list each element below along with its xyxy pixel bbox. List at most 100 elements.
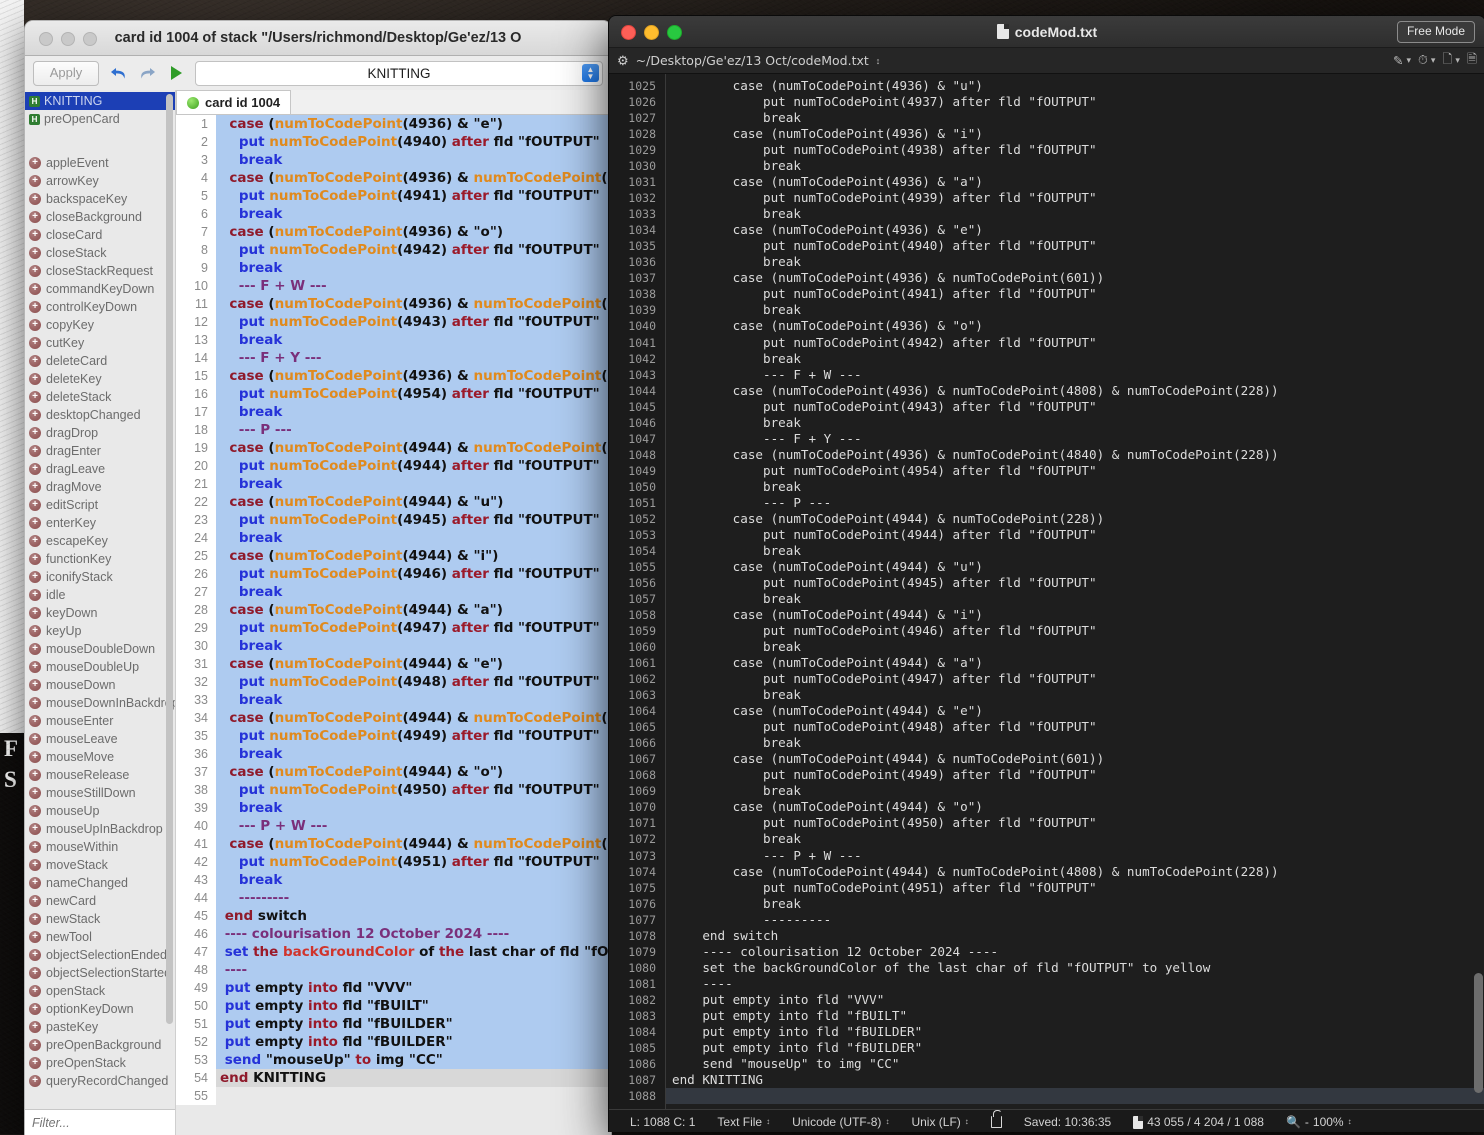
message-item-enterkey[interactable]: + enterKey xyxy=(25,514,175,532)
code-line[interactable]: put numToCodePoint(4948) after fld "fOUT… xyxy=(666,719,1484,735)
message-item-closestack[interactable]: + closeStack xyxy=(25,244,175,262)
code-line[interactable]: 30 break xyxy=(176,637,611,655)
apply-button[interactable]: Apply xyxy=(33,60,99,86)
message-item-mouseup[interactable]: + mouseUp xyxy=(25,802,175,820)
message-item-copykey[interactable]: + copyKey xyxy=(25,316,175,334)
line-text[interactable]: set the backGroundColor of the last char… xyxy=(216,943,611,961)
code-line[interactable]: break xyxy=(666,254,1484,270)
code-line[interactable]: case (numToCodePoint(4936) & numToCodePo… xyxy=(666,270,1484,286)
message-item-newstack[interactable]: + newStack xyxy=(25,910,175,928)
code-line[interactable]: break xyxy=(666,831,1484,847)
code-line[interactable]: ---- colourisation 12 October 2024 ---- xyxy=(666,944,1484,960)
scrollbar-thumb[interactable] xyxy=(166,94,173,1024)
code-line[interactable]: --- F + Y --- xyxy=(666,431,1484,447)
add-handler-icon[interactable]: + xyxy=(29,517,41,529)
code-line[interactable]: put numToCodePoint(4938) after fld "fOUT… xyxy=(666,142,1484,158)
livecode-toolbar[interactable]: Apply KNITTING ▲ ▼ xyxy=(25,56,611,90)
code-line[interactable]: 41 case (numToCodePoint(4944) & numToCod… xyxy=(176,835,611,853)
code-line[interactable]: 11 case (numToCodePoint(4936) & numToCod… xyxy=(176,295,611,313)
code-tab-card-1004[interactable]: card id 1004 xyxy=(176,90,292,114)
line-text[interactable]: break xyxy=(216,475,611,493)
code-line[interactable]: 5 put numToCodePoint(4941) after fld "fO… xyxy=(176,187,611,205)
line-text[interactable]: break xyxy=(216,799,611,817)
code-line[interactable]: case (numToCodePoint(4944) & "o") xyxy=(666,799,1484,815)
code-line[interactable]: 28 case (numToCodePoint(4944) & "a") xyxy=(176,601,611,619)
add-handler-icon[interactable]: + xyxy=(29,1021,41,1033)
code-line[interactable]: 51 put empty into fld "fBUILDER" xyxy=(176,1015,611,1033)
message-item-dragmove[interactable]: + dragMove xyxy=(25,478,175,496)
magnifier-icon[interactable]: 🔍 xyxy=(1286,1115,1301,1129)
line-text[interactable]: case (numToCodePoint(4936) & "o") xyxy=(216,223,611,241)
add-handler-icon[interactable]: + xyxy=(29,337,41,349)
add-handler-icon[interactable]: + xyxy=(29,625,41,637)
code-line[interactable]: 18 --- P --- xyxy=(176,421,611,439)
line-text[interactable]: put numToCodePoint(4951) after fld "fOUT… xyxy=(216,853,611,871)
code-line[interactable]: case (numToCodePoint(4944) & "e") xyxy=(666,703,1484,719)
code-line[interactable]: put empty into fld "VVV" xyxy=(666,992,1484,1008)
codemod-text-window[interactable]: codeMod.txt Free Mode ⚙ ~/Desktop/Ge'ez/… xyxy=(608,15,1484,1132)
message-item-closestackrequest[interactable]: + closeStackRequest xyxy=(25,262,175,280)
add-handler-icon[interactable]: + xyxy=(29,967,41,979)
message-item-iconifystack[interactable]: + iconifyStack xyxy=(25,568,175,586)
copy-pages-icon[interactable]: 🗋 ▾ xyxy=(1442,50,1460,71)
line-text[interactable]: break xyxy=(216,637,611,655)
code-line[interactable]: case (numToCodePoint(4936) & "i") xyxy=(666,126,1484,142)
add-handler-icon[interactable]: + xyxy=(29,1039,41,1051)
line-text[interactable]: send "mouseUp" to img "CC" xyxy=(216,1051,611,1069)
code-line[interactable]: 19 case (numToCodePoint(4944) & numToCod… xyxy=(176,439,611,457)
clock-history-icon[interactable]: ⏱ ▾ xyxy=(1418,53,1435,68)
unlocked-padlock-icon[interactable] xyxy=(980,1110,1013,1128)
code-line[interactable]: case (numToCodePoint(4944) & numToCodePo… xyxy=(666,751,1484,767)
message-item-mouserelease[interactable]: + mouseRelease xyxy=(25,766,175,784)
message-item-mousemove[interactable]: + mouseMove xyxy=(25,748,175,766)
handler-list[interactable]: H KNITTING HpreOpenCard + appleEvent + arrowKe… xyxy=(25,90,175,1109)
line-text[interactable]: put empty into fld "fBUILDER" xyxy=(216,1033,611,1051)
line-text[interactable]: put numToCodePoint(4948) after fld "fOUT… xyxy=(216,673,611,691)
code-line[interactable]: 14 --- F + Y --- xyxy=(176,349,611,367)
code-line[interactable]: 45 end switch xyxy=(176,907,611,925)
code-line[interactable]: --- F + W --- xyxy=(666,367,1484,383)
line-text[interactable]: ---- xyxy=(216,961,611,979)
line-text[interactable]: case (numToCodePoint(4944) & "e") xyxy=(216,655,611,673)
code-line[interactable]: 38 put numToCodePoint(4950) after fld "f… xyxy=(176,781,611,799)
add-handler-icon[interactable]: + xyxy=(29,175,41,187)
message-item-dragleave[interactable]: + dragLeave xyxy=(25,460,175,478)
code-line[interactable]: 27 break xyxy=(176,583,611,601)
code-line[interactable]: 16 put numToCodePoint(4954) after fld "f… xyxy=(176,385,611,403)
add-handler-icon[interactable]: + xyxy=(29,823,41,835)
zoom-button[interactable] xyxy=(83,32,97,46)
add-handler-icon[interactable]: + xyxy=(29,445,41,457)
chevron-updown-icon[interactable]: ↕ xyxy=(766,1118,770,1126)
code-line[interactable]: break xyxy=(666,687,1484,703)
line-text[interactable]: --- F + W --- xyxy=(216,277,611,295)
codemod-editor[interactable]: 1025 1026 1027 1028 1029 1030 1031 1032 1033 1034… xyxy=(609,74,1484,1109)
message-item-newtool[interactable]: + newTool xyxy=(25,928,175,946)
line-text[interactable]: case (numToCodePoint(4944) & numToCodePo… xyxy=(216,709,611,727)
code-line[interactable]: 17 break xyxy=(176,403,611,421)
add-handler-icon[interactable]: + xyxy=(29,589,41,601)
code-line[interactable]: case (numToCodePoint(4944) & numToCodePo… xyxy=(666,864,1484,880)
code-line[interactable]: end KNITTING xyxy=(666,1072,1484,1088)
code-line[interactable]: 37 case (numToCodePoint(4944) & "o") xyxy=(176,763,611,781)
code-line[interactable]: 52 put empty into fld "fBUILDER" xyxy=(176,1033,611,1051)
message-item-dragdrop[interactable]: + dragDrop xyxy=(25,424,175,442)
code-line[interactable]: case (numToCodePoint(4936) & "u") xyxy=(666,78,1484,94)
line-text[interactable]: case (numToCodePoint(4944) & "u") xyxy=(216,493,611,511)
line-text[interactable]: case (numToCodePoint(4936) & numToCodePo… xyxy=(216,169,611,187)
add-handler-icon[interactable]: + xyxy=(29,607,41,619)
add-handler-icon[interactable]: + xyxy=(29,733,41,745)
code-line[interactable]: 53 send "mouseUp" to img "CC" xyxy=(176,1051,611,1069)
code-line[interactable]: case (numToCodePoint(4936) & "a") xyxy=(666,174,1484,190)
code-line[interactable]: break xyxy=(666,158,1484,174)
message-item-pastekey[interactable]: + pasteKey xyxy=(25,1018,175,1036)
line-text[interactable]: put numToCodePoint(4954) after fld "fOUT… xyxy=(216,385,611,403)
code-line[interactable]: case (numToCodePoint(4944) & "u") xyxy=(666,559,1484,575)
line-text[interactable]: break xyxy=(216,205,611,223)
code-line[interactable]: 10 --- F + W --- xyxy=(176,277,611,295)
codemod-code-area[interactable]: case (numToCodePoint(4936) & "u") put nu… xyxy=(666,74,1484,1109)
add-handler-icon[interactable]: + xyxy=(29,481,41,493)
code-line[interactable]: 39 break xyxy=(176,799,611,817)
code-line[interactable]: 4 case (numToCodePoint(4936) & numToCode… xyxy=(176,169,611,187)
line-text[interactable]: break xyxy=(216,691,611,709)
code-line[interactable]: --------- xyxy=(666,912,1484,928)
